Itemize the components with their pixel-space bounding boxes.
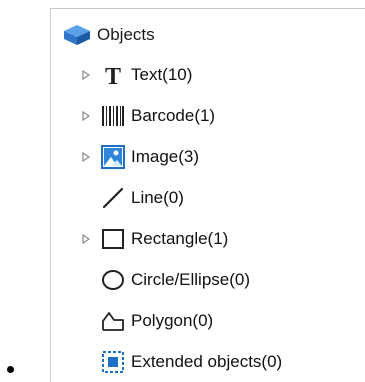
tree-item-label: Image(3): [131, 147, 200, 166]
objects-panel: Objects T Text(10) Barcode(1) Image(3) L…: [50, 8, 365, 382]
barcode-icon: [101, 104, 125, 128]
expand-arrow-icon[interactable]: [79, 70, 93, 80]
tree-item-circle-ellipse[interactable]: Circle/Ellipse(0): [79, 261, 250, 299]
objects-header-label: Objects: [97, 25, 155, 44]
tree-item-barcode[interactable]: Barcode(1): [79, 97, 215, 135]
image-icon: [101, 145, 125, 169]
extended-objects-icon: [101, 350, 125, 374]
text-icon: T: [101, 63, 125, 87]
polygon-icon: [101, 309, 125, 333]
objects-tree-header[interactable]: Objects: [63, 21, 155, 49]
list-bullet: [7, 366, 14, 373]
expand-arrow-icon[interactable]: [79, 152, 93, 162]
tree-item-label: Text(10): [131, 65, 193, 84]
tree-item-label: Extended objects(0): [131, 352, 283, 371]
tree-item-line[interactable]: Line(0): [79, 179, 184, 217]
tree-item-label: Polygon(0): [131, 311, 214, 330]
tree-item-label: Line(0): [131, 188, 184, 207]
tree-item-label: Circle/Ellipse(0): [131, 270, 251, 289]
svg-text:T: T: [105, 64, 121, 87]
expand-arrow-icon[interactable]: [79, 111, 93, 121]
tree-item-polygon[interactable]: Polygon(0): [79, 302, 213, 340]
tree-item-rectangle[interactable]: Rectangle(1): [79, 220, 228, 258]
rectangle-icon: [101, 227, 125, 251]
line-icon: [101, 186, 125, 210]
ellipse-icon: [101, 268, 125, 292]
tree-item-image[interactable]: Image(3): [79, 138, 199, 176]
expand-arrow-icon[interactable]: [79, 234, 93, 244]
cube-icon: [63, 23, 91, 47]
tree-item-extended-objects[interactable]: Extended objects(0): [79, 343, 282, 381]
tree-item-text[interactable]: T Text(10): [79, 56, 192, 94]
tree-item-label: Rectangle(1): [131, 229, 229, 248]
tree-item-label: Barcode(1): [131, 106, 216, 125]
